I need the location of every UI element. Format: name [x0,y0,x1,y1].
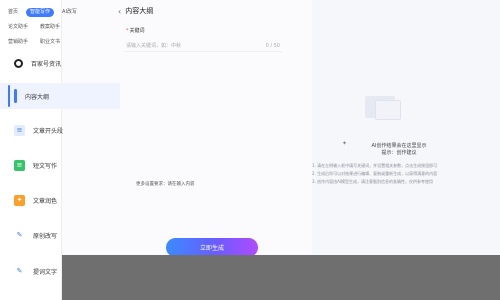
back-arrow-icon[interactable]: ‹ [118,7,121,16]
sidebar-item-label: 内容大纲 [25,93,50,101]
sidebar-item-baijiahao[interactable]: 百家号资讯 [0,50,120,76]
doc-icon: ≡ [14,124,25,136]
empty-state-title: AI创作结果会在这里显示 提示：创作建议 [371,143,427,156]
sidebar-item-opening[interactable]: ≡ 文章开头段 [0,117,120,143]
tip-line: 1. 请在左侧输入框中填写关键词，并设置相关参数，点击生成按钮即可 [312,163,438,168]
text-icon: ✎ [16,266,23,275]
empty-illustration [365,94,403,122]
top-tabs: 首页 智能写作 AI改写 论文助手 教案助手 营销助手 职业文书 [4,8,116,53]
outline-icon [14,89,17,103]
sidebar-item-label: 短文写作 [33,162,58,170]
keyword-label: 关键词 [126,27,145,34]
empty-state-tips: 1. 请在左侧输入框中填写关键词，并设置相关参数，点击生成按钮即可 2. 生成后… [312,162,472,186]
sidebar-item-label: 原创改写 [33,232,58,240]
sidebar-item-outline[interactable]: 内容大纲 [0,83,120,109]
extra-settings-note[interactable]: 更多设置要求：请在输入内容 [136,181,195,187]
tab-ai-rewrite[interactable]: AI改写 [58,8,81,17]
polish-icon: ✦ [14,194,25,206]
edit-icon: ✎ [16,230,23,239]
sidebar-item-short-writing[interactable]: ≡ 短文写作 [0,152,120,178]
keyword-counter: 0 / 50 [265,42,280,49]
sidebar-item-polish[interactable]: ✦ 文章润色 [0,187,120,213]
sidebar-item-label: 提词文字 [33,268,58,276]
panel-title-text: 内容大纲 [125,7,154,15]
sidebar-item-label: 文章润色 [33,197,58,205]
tab-marketing-assistant[interactable]: 营销助手 [4,38,32,47]
panel-title: ‹ 内容大纲 [118,6,153,16]
result-panel [312,0,500,255]
sidebar-item-rewrite[interactable]: ✎ 原创改写 [0,222,120,248]
pen-icon: ≡ [14,159,25,171]
keyword-placeholder: 请输入关键词，如：中秋 [126,43,182,49]
tab-home[interactable]: 首页 [4,8,22,17]
sidebar-item-label: 文章开头段 [33,127,64,135]
keyword-input[interactable]: 请输入关键词，如：中秋 0 / 50 [124,40,282,52]
tab-lesson-assistant[interactable]: 教案助手 [36,23,64,32]
circle-icon [14,58,23,68]
tab-paper-assistant[interactable]: 论文助手 [4,23,32,32]
sidebar-item-label: 百家号资讯 [31,60,62,68]
tip-line: 3. 创作内容由AI模型生成，请注意甄别信息的准确性，仅供参考使用 [312,179,434,184]
bottom-overlay-band [62,255,500,300]
tip-line: 2. 生成后你可以对结果进行编辑、复制或重新生成，以获得满意的内容 [312,171,438,176]
tab-smart-writing[interactable]: 智能写作 [26,8,55,17]
tab-career-docs[interactable]: 职业文书 [36,38,64,47]
sparkle-icon: ✦ [342,140,348,147]
